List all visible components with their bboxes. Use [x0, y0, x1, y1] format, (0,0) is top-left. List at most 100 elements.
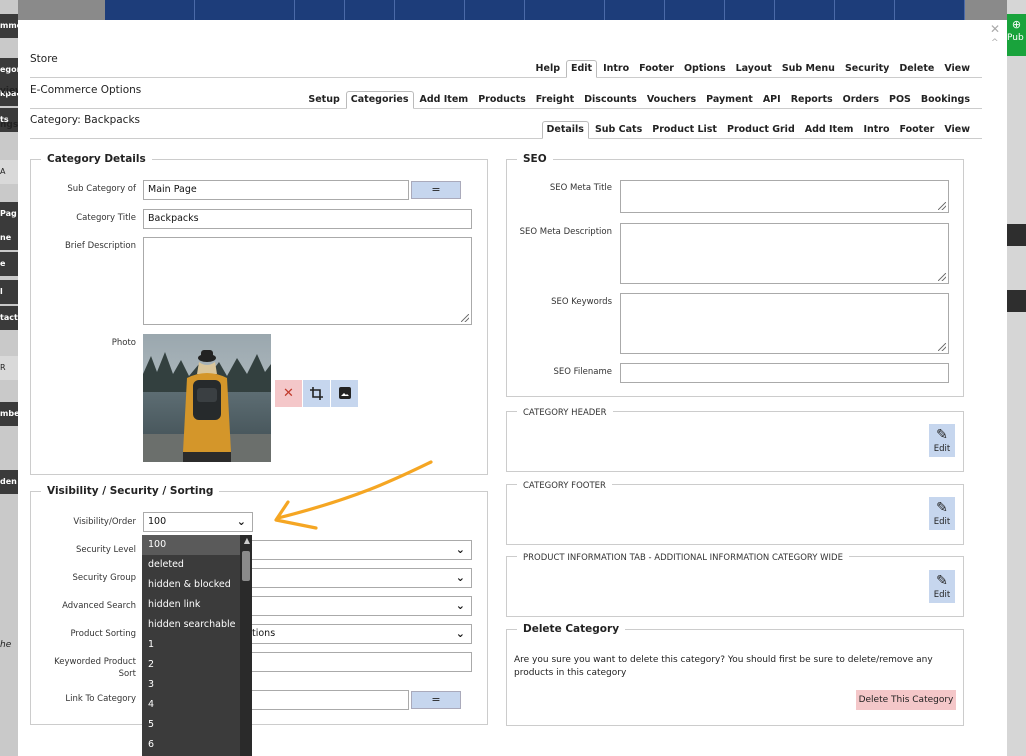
tab-category-details[interactable]: Details: [541, 121, 589, 139]
tab-store-view[interactable]: View: [940, 61, 974, 77]
chevron-down-icon: ⌄: [455, 627, 465, 640]
tab-category-intro[interactable]: Intro: [859, 122, 893, 138]
tab-store-layout[interactable]: Layout: [732, 61, 776, 77]
remove-photo-button[interactable]: ✕: [275, 380, 302, 407]
close-icon[interactable]: ✕: [990, 22, 1000, 36]
tab-store-edit[interactable]: Edit: [566, 60, 598, 78]
change-photo-button[interactable]: [331, 380, 358, 407]
tab-ecommerce-discounts[interactable]: Discounts: [580, 92, 641, 108]
tab-store-footer[interactable]: Footer: [635, 61, 678, 77]
tab-ecommerce-bookings[interactable]: Bookings: [917, 92, 974, 108]
dropdown-option[interactable]: 3: [142, 675, 252, 695]
tab-store-help[interactable]: Help: [532, 61, 564, 77]
dropdown-option[interactable]: 2: [142, 655, 252, 675]
tab-store-sub-menu[interactable]: Sub Menu: [778, 61, 839, 77]
tab-ecommerce-products[interactable]: Products: [474, 92, 530, 108]
tab-ecommerce-reports[interactable]: Reports: [787, 92, 837, 108]
breadcrumb-category: Category: Backpacks: [30, 114, 140, 126]
dropdown-option[interactable]: 4: [142, 695, 252, 715]
pencil-icon: ✎: [936, 500, 948, 516]
chevron-down-icon: ⌄: [455, 599, 465, 612]
dropdown-option[interactable]: 5: [142, 715, 252, 735]
dropdown-option[interactable]: hidden searchable: [142, 615, 252, 635]
tab-category-product-grid[interactable]: Product Grid: [723, 122, 799, 138]
background-sidebar-item: mber: [0, 402, 18, 426]
scrollbar-thumb[interactable]: [242, 551, 250, 581]
crop-icon: [310, 387, 323, 400]
dropdown-option[interactable]: hidden link: [142, 595, 252, 615]
tab-store-options[interactable]: Options: [680, 61, 730, 77]
link-category-picker-button[interactable]: =: [411, 691, 461, 709]
tab-category-footer[interactable]: Footer: [896, 122, 939, 138]
tab-ecommerce-pos[interactable]: POS: [885, 92, 915, 108]
chevron-down-icon: ⌄: [455, 543, 465, 556]
sub-category-field[interactable]: Main Page: [143, 180, 409, 200]
tab-ecommerce-payment[interactable]: Payment: [702, 92, 757, 108]
tab-category-view[interactable]: View: [940, 122, 974, 138]
edit-category-header-button[interactable]: ✎ Edit: [929, 424, 955, 457]
edit-product-information-button[interactable]: ✎ Edit: [929, 570, 955, 603]
dropdown-option[interactable]: 1: [142, 635, 252, 655]
tab-category-add-item[interactable]: Add Item: [801, 122, 858, 138]
tab-store-intro[interactable]: Intro: [599, 61, 633, 77]
tab-category-sub-cats[interactable]: Sub Cats: [591, 122, 646, 138]
background-publish-button: ⊕ Pub: [1007, 14, 1026, 56]
close-icon: ✕: [283, 386, 294, 401]
tab-ecommerce-setup[interactable]: Setup: [304, 92, 343, 108]
visibility-order-dropdown-list[interactable]: ▲ 100 deleted hidden & blocked hidden link h…: [142, 535, 252, 756]
keyworded-product-sort-label: Keyworded Product Sort: [54, 657, 136, 679]
tab-category-product-list[interactable]: Product List: [648, 122, 721, 138]
category-title-field[interactable]: Backpacks: [143, 209, 472, 229]
tab-ecommerce-vouchers[interactable]: Vouchers: [643, 92, 700, 108]
brief-description-label: Brief Description: [64, 241, 136, 251]
tab-ecommerce-categories[interactable]: Categories: [345, 91, 414, 109]
tab-ecommerce-api[interactable]: API: [759, 92, 785, 108]
dropdown-option[interactable]: 100: [142, 535, 252, 555]
resize-grip-icon[interactable]: [461, 314, 469, 322]
tab-ecommerce-orders[interactable]: Orders: [839, 92, 883, 108]
dropdown-scrollbar[interactable]: ▲: [240, 535, 252, 756]
background-right-item: ngs: [0, 120, 19, 130]
chevron-down-icon: ⌄: [455, 571, 465, 584]
resize-grip-icon[interactable]: [938, 273, 946, 281]
annotation-arrow: [274, 460, 433, 530]
delete-category-button[interactable]: Delete This Category: [856, 690, 956, 710]
tab-store-delete[interactable]: Delete: [895, 61, 938, 77]
tab-ecommerce-freight[interactable]: Freight: [532, 92, 578, 108]
panel-title: Category Details: [41, 153, 152, 165]
background-sidebar-item: mme: [0, 14, 18, 38]
chevron-up-icon[interactable]: ^: [991, 38, 999, 48]
category-header-row: Category: Backpacks Details Sub Cats Produ…: [30, 114, 982, 139]
link-to-category-label: Link To Category: [65, 694, 136, 704]
tab-store-security[interactable]: Security: [841, 61, 893, 77]
category-footer-panel: CATEGORY FOOTER: [506, 481, 964, 545]
edit-label: Edit: [933, 444, 951, 454]
chevron-up-icon[interactable]: ▲: [244, 536, 250, 545]
visibility-order-value: 100: [148, 516, 167, 527]
edit-category-footer-button[interactable]: ✎ Edit: [929, 497, 955, 530]
seo-filename-field[interactable]: [620, 363, 949, 383]
brief-description-field[interactable]: [143, 237, 472, 325]
dropdown-option[interactable]: hidden & blocked: [142, 575, 252, 595]
dropdown-option[interactable]: deleted: [142, 555, 252, 575]
sub-category-label: Sub Category of: [67, 184, 136, 194]
dropdown-option[interactable]: 6: [142, 735, 252, 755]
category-title-label: Category Title: [76, 213, 136, 223]
category-header-panel: CATEGORY HEADER: [506, 408, 964, 472]
resize-grip-icon[interactable]: [938, 202, 946, 210]
tab-ecommerce-add-item[interactable]: Add Item: [416, 92, 473, 108]
visibility-order-select[interactable]: 100 ⌄: [143, 512, 253, 532]
image-icon: [338, 387, 351, 399]
visibility-order-label: Visibility/Order: [73, 517, 136, 527]
panel-title: Delete Category: [517, 623, 626, 635]
background-right-panel: [1007, 0, 1026, 756]
chevron-down-icon: ⌄: [236, 515, 246, 528]
seo-keywords-field[interactable]: [620, 293, 949, 354]
seo-meta-description-field[interactable]: [620, 223, 949, 284]
resize-grip-icon[interactable]: [938, 343, 946, 351]
product-sorting-value: tions: [252, 628, 276, 639]
category-photo: [143, 334, 271, 462]
seo-meta-title-field[interactable]: [620, 180, 949, 213]
sub-category-picker-button[interactable]: =: [411, 181, 461, 199]
crop-photo-button[interactable]: [303, 380, 330, 407]
